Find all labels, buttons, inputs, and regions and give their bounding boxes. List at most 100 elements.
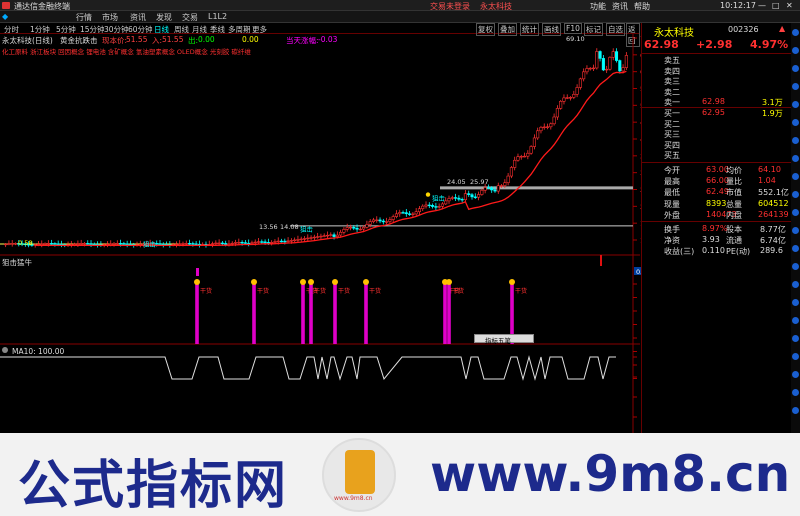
candle-body (46, 243, 50, 245)
candle-body (539, 127, 543, 132)
candle-body (342, 229, 346, 233)
stat-value: 8.77亿 (760, 225, 786, 234)
side-tool-icon[interactable] (792, 371, 799, 378)
candle-body (582, 71, 586, 80)
candle-body (552, 116, 556, 125)
candle-body (401, 212, 405, 214)
candle-body (473, 196, 477, 198)
sub1-title: 狙击猛牛 (2, 258, 32, 267)
indicator-widget[interactable]: 指标五笔 (474, 334, 534, 345)
candle-body (283, 240, 287, 243)
candle-body (486, 187, 490, 189)
side-tool-icon[interactable] (792, 407, 799, 414)
stat-label: 流通 (726, 236, 742, 246)
side-tool-icon[interactable] (792, 281, 799, 288)
candle-body (568, 97, 573, 99)
close-icon[interactable]: ✕ (786, 1, 793, 10)
side-tool-icon[interactable] (792, 119, 799, 126)
side-tool-icon[interactable] (792, 299, 799, 306)
side-tool-icon[interactable] (792, 335, 799, 342)
candle-body (53, 243, 57, 245)
candle-body (431, 205, 435, 207)
sell-level-label: 卖五 (664, 56, 680, 65)
stat-label: 最高 (664, 177, 680, 187)
signal-bar-label: 干货 (369, 287, 381, 295)
side-tool-icon[interactable] (792, 47, 799, 54)
side-tool-icon[interactable] (792, 245, 799, 252)
candle-body (211, 243, 215, 245)
candle-body (345, 227, 349, 230)
side-tool-icon[interactable] (792, 191, 799, 198)
candle-body (591, 67, 596, 70)
side-tool-icon[interactable] (792, 101, 799, 108)
signal-dot (446, 279, 452, 285)
candle-body (224, 243, 228, 245)
candle-body (184, 243, 188, 245)
quote-panel: 永太科技 002326 ▲ 62.98 +2.98 4.97% 卖五 卖四 卖三 卖二… (641, 23, 800, 433)
candle-body (299, 238, 303, 241)
maximize-icon[interactable]: □ (772, 1, 780, 10)
stat-label: 外盘 (664, 210, 680, 220)
quote-mark-icon: ▲ (779, 24, 786, 33)
candle-body (572, 93, 576, 98)
candle-body (414, 211, 418, 215)
candle-body (424, 204, 428, 207)
side-tool-icon[interactable] (792, 29, 799, 36)
watermark-seal-icon: www.9m8.cn (322, 438, 396, 512)
candle-body (595, 51, 599, 69)
candle-body (322, 235, 326, 237)
mid-price-label-2: 25.97 (470, 178, 489, 186)
candle-body (588, 67, 592, 70)
side-tool-icon[interactable] (792, 353, 799, 360)
candle-body (332, 234, 336, 237)
candle-body (188, 243, 192, 245)
candle-body (447, 198, 451, 202)
low-price-label: 13.56 (259, 223, 278, 231)
side-tool-icon[interactable] (792, 65, 799, 72)
chart-area[interactable]: 70.0065.0060.0055.0050.0045.0040.0035.00… (0, 0, 641, 433)
buy-level-price: 62.95 (702, 108, 725, 117)
candle-body (158, 243, 162, 245)
stat-label: 内盘 (726, 210, 742, 220)
side-tool-icon[interactable] (792, 83, 799, 90)
side-tool-icon[interactable] (792, 155, 799, 162)
candle-body (450, 197, 454, 199)
candle-body (122, 243, 126, 245)
side-tool-icon[interactable] (792, 389, 799, 396)
side-tool-icon[interactable] (792, 137, 799, 144)
candle-body (230, 242, 234, 245)
side-tool-icon[interactable] (792, 173, 799, 180)
candle-body (312, 236, 316, 239)
candle-body (605, 68, 609, 71)
side-tool-icon[interactable] (792, 263, 799, 270)
quote-stock-name: 永太科技 (654, 28, 694, 39)
side-tool-icon[interactable] (792, 317, 799, 324)
candle-body (519, 156, 523, 158)
signal-bar (195, 282, 199, 344)
signal-bar (196, 268, 199, 276)
stat-value: 604512 (758, 198, 789, 208)
candle-body (319, 235, 323, 238)
candle-body (398, 212, 402, 215)
candle-body (233, 242, 238, 244)
candle-body (621, 67, 625, 72)
candle-body (260, 241, 264, 243)
candle-body (506, 175, 510, 184)
candle-body (358, 228, 362, 231)
candle-body (50, 243, 54, 245)
candle-body (437, 205, 441, 208)
side-tool-icon[interactable] (792, 227, 799, 234)
candle-body (76, 243, 80, 245)
signal-label: 狙击 (143, 240, 157, 249)
candle-body (480, 189, 484, 195)
signal-bar (301, 282, 305, 344)
signal-dot (251, 279, 257, 285)
minimize-icon[interactable]: — (758, 1, 766, 10)
side-tool-icon[interactable] (792, 209, 799, 216)
candle-body (273, 241, 277, 243)
candle-body (227, 243, 231, 245)
candle-body (493, 189, 497, 192)
candle-body (119, 243, 123, 245)
signal-bar (443, 282, 447, 344)
candle-body (109, 243, 113, 245)
